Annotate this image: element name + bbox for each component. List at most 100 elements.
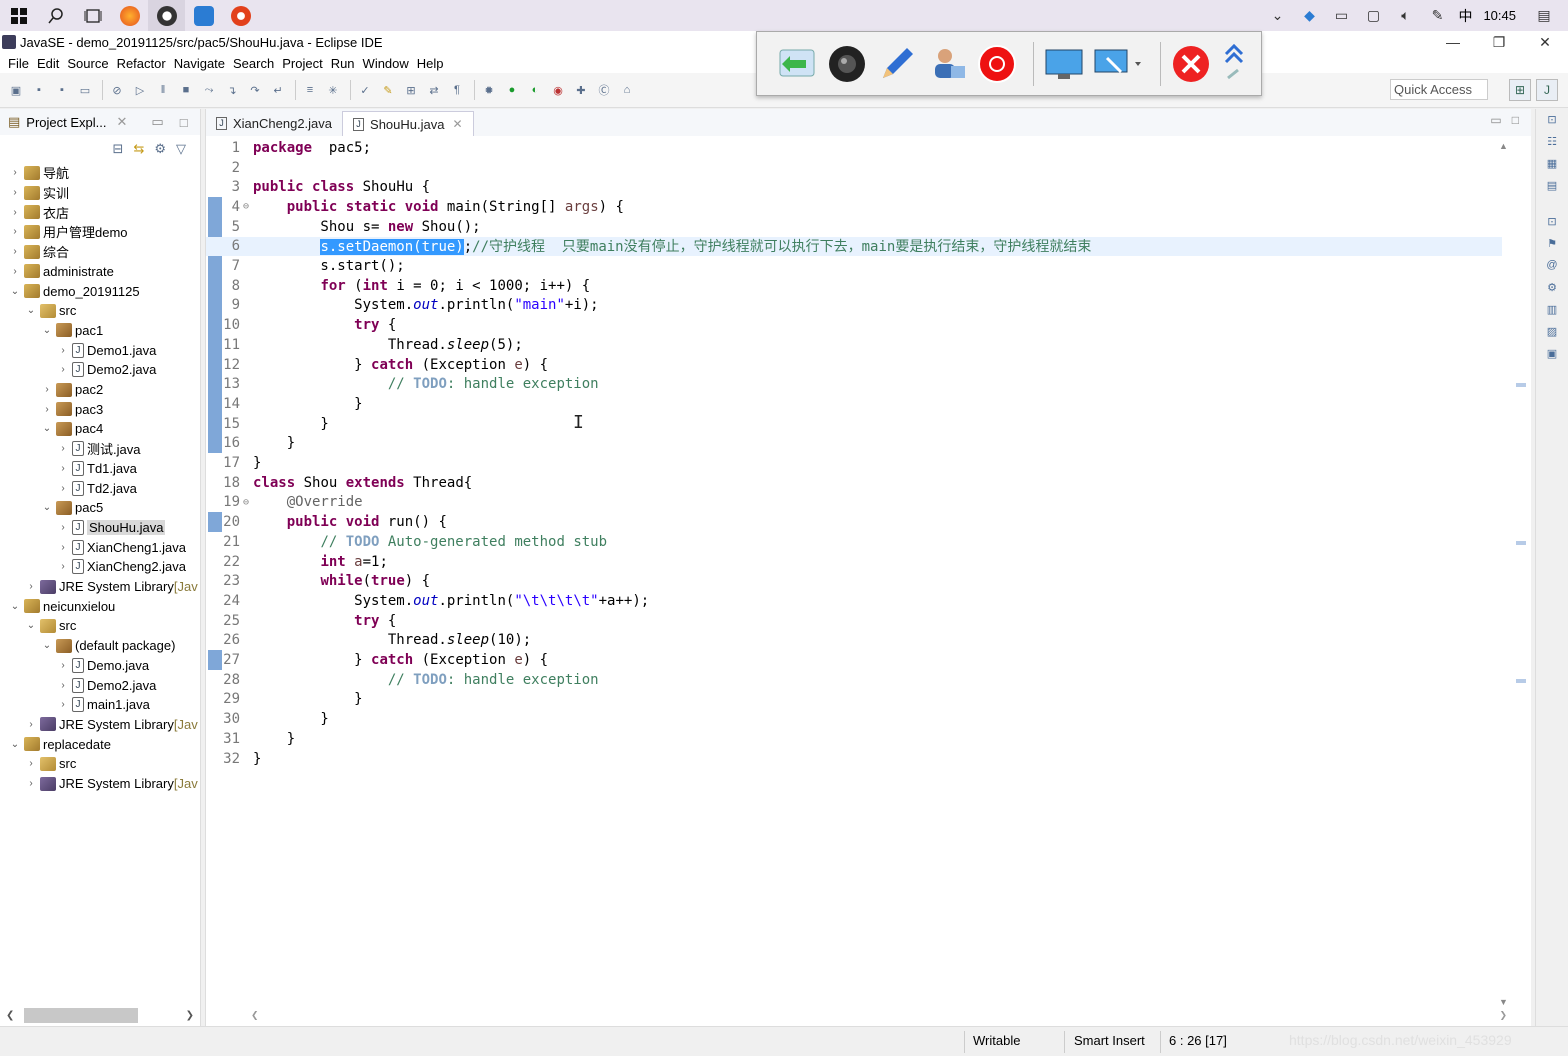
chevron-right-icon[interactable]: › [56, 522, 70, 533]
scroll-left-icon[interactable]: ❮ [6, 1010, 14, 1021]
console-icon[interactable]: ▥ [1543, 303, 1561, 319]
restore-view-icon[interactable]: ⊡ [1543, 215, 1561, 231]
recorder-icon[interactable] [222, 0, 259, 31]
tree-item[interactable]: ⌄ replacedate [0, 734, 200, 754]
tree-item[interactable]: › 导航 [0, 163, 200, 183]
menu-search[interactable]: Search [229, 56, 278, 71]
chevron-down-icon[interactable]: ⌄ [40, 423, 54, 434]
code-line[interactable]: 30 } [206, 709, 1502, 729]
code-line[interactable]: 11 Thread.sleep(5); [206, 335, 1502, 355]
collapse-up-icon[interactable] [1219, 42, 1249, 86]
code-line[interactable]: 23 while(true) { [206, 571, 1502, 591]
chevron-right-icon[interactable]: › [40, 404, 54, 415]
close-icon[interactable]: ✕ [452, 117, 462, 131]
code-line[interactable]: 15 } [206, 414, 1502, 434]
chevron-right-icon[interactable]: › [24, 758, 38, 769]
toggle-icon[interactable]: ≡ [300, 80, 320, 100]
code-line[interactable]: 24 System.out.println("\t\t\t\t"+a++); [206, 591, 1502, 611]
javadoc-icon[interactable]: @ [1543, 259, 1561, 275]
chevron-right-icon[interactable]: › [56, 699, 70, 710]
minimize-view-icon[interactable]: ▭ [151, 114, 163, 130]
code-line[interactable]: 27 } catch (Exception e) { [206, 650, 1502, 670]
tree-item[interactable]: ⌄ pac4 [0, 419, 200, 439]
quick-access-input[interactable]: Quick Access [1390, 79, 1488, 100]
chevron-right-icon[interactable]: › [24, 778, 38, 789]
chevron-right-icon[interactable]: › [8, 226, 22, 237]
chevron-right-icon[interactable]: › [56, 542, 70, 553]
chevron-up-icon[interactable]: ⌄ [1261, 7, 1293, 24]
tree-item[interactable]: › JRE System Library [Jav [0, 577, 200, 597]
code-line[interactable]: 25 try { [206, 611, 1502, 631]
close-button[interactable]: ✕ [1522, 34, 1568, 51]
chevron-right-icon[interactable]: › [56, 680, 70, 691]
pen-icon[interactable]: ✎ [1421, 7, 1453, 24]
task-view-icon[interactable] [74, 0, 111, 31]
word-wrap-icon[interactable]: ⇄ [424, 80, 444, 100]
open-type-icon[interactable]: ⌂ [617, 80, 637, 100]
code-line[interactable]: 13 // TODO: handle exception [206, 374, 1502, 394]
status-insert-mode[interactable]: Smart Insert [1074, 1033, 1145, 1048]
code-line[interactable]: 22 int a=1; [206, 552, 1502, 572]
block-selection-icon[interactable]: ⊞ [401, 80, 421, 100]
volume-icon[interactable]: 🔈︎ [1389, 7, 1421, 24]
chevron-right-icon[interactable]: › [24, 581, 38, 592]
step-into-icon[interactable]: ↴ [222, 80, 242, 100]
chevron-right-icon[interactable]: › [24, 719, 38, 730]
code-line[interactable]: 32} [206, 749, 1502, 769]
tree-item[interactable]: › J Demo2.java [0, 675, 200, 695]
fold-icon[interactable]: ⊖ [240, 497, 252, 508]
code-area[interactable]: 1 package pac5; 2 3 public class ShouHu {4 ⊖ … [206, 138, 1502, 1008]
overview-marker[interactable] [1516, 383, 1526, 387]
outline-view-icon[interactable]: ▦ [1543, 157, 1561, 173]
tree-item[interactable]: › J ShouHu.java [0, 518, 200, 538]
filter-icon[interactable]: ⚙ [154, 141, 166, 157]
new-class-icon[interactable]: Ⓒ [594, 80, 614, 100]
minimize-button[interactable]: — [1430, 34, 1476, 51]
recorder-close-icon[interactable] [1169, 42, 1213, 86]
step-return-icon[interactable]: ↵ [268, 80, 288, 100]
tree-item[interactable]: › pac3 [0, 399, 200, 419]
menu-navigate[interactable]: Navigate [170, 56, 229, 71]
camera-icon[interactable] [825, 42, 869, 86]
restore-view-icon[interactable]: ⊡ [1543, 113, 1561, 129]
tree-item[interactable]: › J 测试.java [0, 439, 200, 459]
tree-item[interactable]: › J XianCheng1.java [0, 537, 200, 557]
tree-item[interactable]: › J Td2.java [0, 478, 200, 498]
terminate-icon[interactable]: ■ [176, 80, 196, 100]
chevron-down-icon[interactable]: ⌄ [24, 305, 38, 316]
tree-item[interactable]: ⌄ src [0, 616, 200, 636]
tree-item[interactable]: › J Demo1.java [0, 340, 200, 360]
tree-item[interactable]: › J Demo.java [0, 656, 200, 676]
chevron-down-icon[interactable]: ⌄ [8, 286, 22, 297]
view-menu-icon[interactable]: ▽ [176, 141, 186, 157]
record-icon[interactable] [975, 42, 1019, 86]
tree-item[interactable]: › J Td1.java [0, 459, 200, 479]
tab-xiancheng2[interactable]: J XianCheng2.java [206, 111, 342, 136]
code-line[interactable]: 7 s.start(); [206, 256, 1502, 276]
menu-source[interactable]: Source [63, 56, 112, 71]
code-line[interactable]: 3 public class ShouHu { [206, 177, 1502, 197]
declaration-icon[interactable]: ⚙ [1543, 281, 1561, 297]
windows-start-icon[interactable] [0, 0, 37, 31]
chevron-right-icon[interactable]: › [8, 167, 22, 178]
chevron-right-icon[interactable]: › [56, 483, 70, 494]
tree-item[interactable]: ⌄ neicunxielou [0, 596, 200, 616]
menu-window[interactable]: Window [359, 56, 413, 71]
menu-run[interactable]: Run [327, 56, 359, 71]
chevron-right-icon[interactable]: › [8, 187, 22, 198]
scroll-left-icon[interactable]: ❮ [251, 1010, 259, 1021]
disconnect-icon[interactable]: ⤳ [199, 80, 219, 100]
network-icon[interactable]: ▢ [1357, 7, 1389, 24]
new-java-project-icon[interactable]: ✚ [571, 80, 591, 100]
code-line[interactable]: 12 } catch (Exception e) { [206, 355, 1502, 375]
code-line[interactable]: 10 try { [206, 315, 1502, 335]
battery-icon[interactable]: ▭ [1325, 7, 1357, 24]
menu-project[interactable]: Project [278, 56, 326, 71]
scroll-down-icon[interactable]: ▼ [1499, 997, 1508, 1007]
problems-icon[interactable]: ⚑ [1543, 237, 1561, 253]
code-line[interactable]: 8 for (int i = 0; i < 1000; i++) { [206, 276, 1502, 296]
code-line[interactable]: 5 Shou s= new Shou(); [206, 217, 1502, 237]
show-whitespace-icon[interactable]: ¶ [447, 80, 467, 100]
code-line[interactable]: 19 ⊖ @Override [206, 493, 1502, 513]
run-icon[interactable]: ● [502, 80, 522, 100]
